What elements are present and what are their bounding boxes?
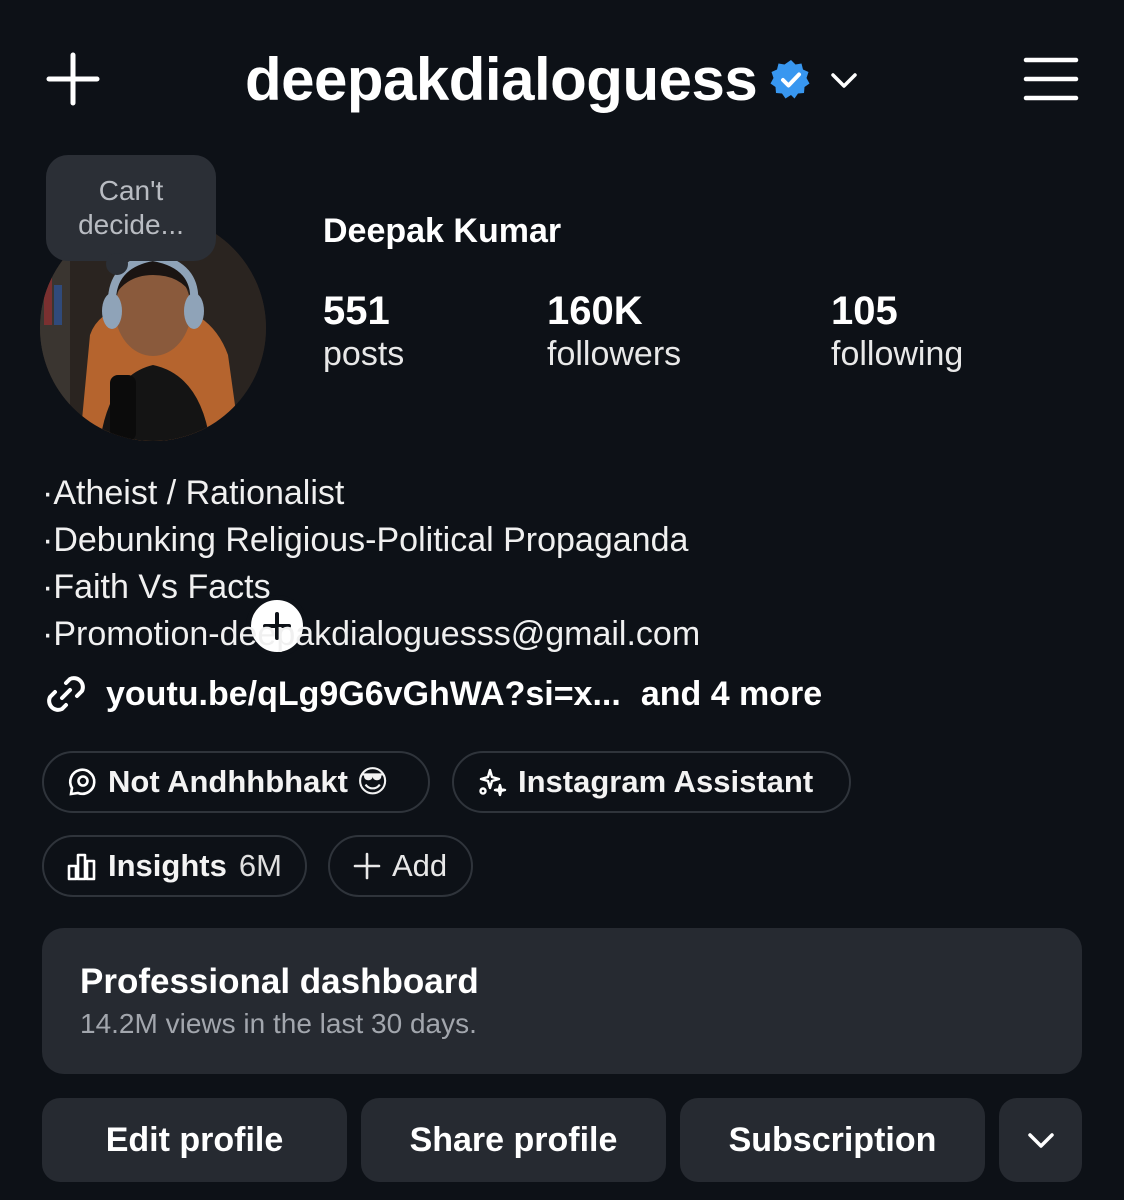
- bio-line: ·Faith Vs Facts: [42, 568, 271, 606]
- professional-dashboard[interactable]: Professional dashboard 14.2M views in th…: [42, 928, 1082, 1074]
- edit-profile-button[interactable]: Edit profile: [42, 1098, 347, 1182]
- bio-links[interactable]: youtu.be/qLg9G6vGhWA?si=x... and 4 more: [42, 668, 822, 720]
- bio-line: ·Debunking Religious-Political Propagand…: [42, 521, 689, 559]
- link-icon: [47, 676, 85, 712]
- stat-posts[interactable]: 551 posts: [323, 288, 404, 374]
- username: deepakdialoguess: [245, 46, 758, 113]
- dashboard-subtitle: 14.2M views in the last 30 days.: [80, 1008, 477, 1039]
- share-profile-button[interactable]: Share profile: [361, 1098, 666, 1182]
- note-bubble[interactable]: Can't decide...: [46, 155, 216, 275]
- threads-channel-chip[interactable]: Not Andhhbhakt 😎: [42, 751, 430, 813]
- bio-line: ·Atheist / Rationalist: [42, 474, 345, 512]
- bio-link[interactable]: youtu.be/qLg9G6vGhWA?si=x...: [106, 675, 621, 714]
- bar-chart-icon: [67, 853, 96, 881]
- account-switcher[interactable]: deepakdialoguess: [245, 40, 859, 120]
- bio-line: ·Promotion-deepakdialoguesss@gmail.com: [42, 615, 701, 653]
- insights-value: 6M: [238, 848, 282, 883]
- stat-label: posts: [323, 335, 405, 373]
- subscription-button[interactable]: Subscription: [680, 1098, 985, 1182]
- chevron-down-icon[interactable]: [829, 65, 859, 95]
- chip-label: Not Andhhbhakt 😎: [108, 764, 389, 799]
- bio: ·Atheist / Rationalist ·Debunking Religi…: [42, 470, 700, 658]
- stat-following[interactable]: 105 following: [831, 288, 963, 374]
- sparkle-icon: [479, 768, 507, 797]
- more-links[interactable]: and 4 more: [641, 675, 822, 714]
- chip-label: Instagram Assistant: [518, 764, 814, 799]
- chip-label: Add: [392, 848, 448, 883]
- insights-chip[interactable]: Insights 6M: [42, 835, 307, 897]
- stat-label: followers: [547, 335, 682, 373]
- suggested-people-button[interactable]: [999, 1098, 1082, 1182]
- profile-name: Deepak Kumar: [323, 212, 562, 250]
- create-post-button[interactable]: [40, 46, 106, 112]
- threads-chat-icon: [68, 768, 96, 796]
- menu-button[interactable]: [1018, 46, 1084, 112]
- hamburger-menu-icon: [1023, 57, 1079, 101]
- chip-label: Insights: [108, 848, 227, 883]
- top-bar: deepakdialoguess: [0, 0, 1124, 160]
- add-chip[interactable]: Add: [328, 835, 473, 897]
- chevron-down-icon: [1027, 1133, 1054, 1148]
- stat-value: 551: [323, 289, 390, 333]
- instagram-assistant-chip[interactable]: Instagram Assistant: [452, 751, 851, 813]
- dashboard-title: Professional dashboard: [80, 962, 479, 1001]
- plus-icon: [353, 852, 381, 880]
- stat-followers[interactable]: 160K followers: [547, 288, 681, 374]
- verified-badge-icon: [770, 60, 810, 99]
- plus-icon: [46, 52, 100, 106]
- stat-value: 105: [831, 289, 898, 333]
- stat-value: 160K: [547, 289, 643, 333]
- stat-label: following: [831, 335, 964, 373]
